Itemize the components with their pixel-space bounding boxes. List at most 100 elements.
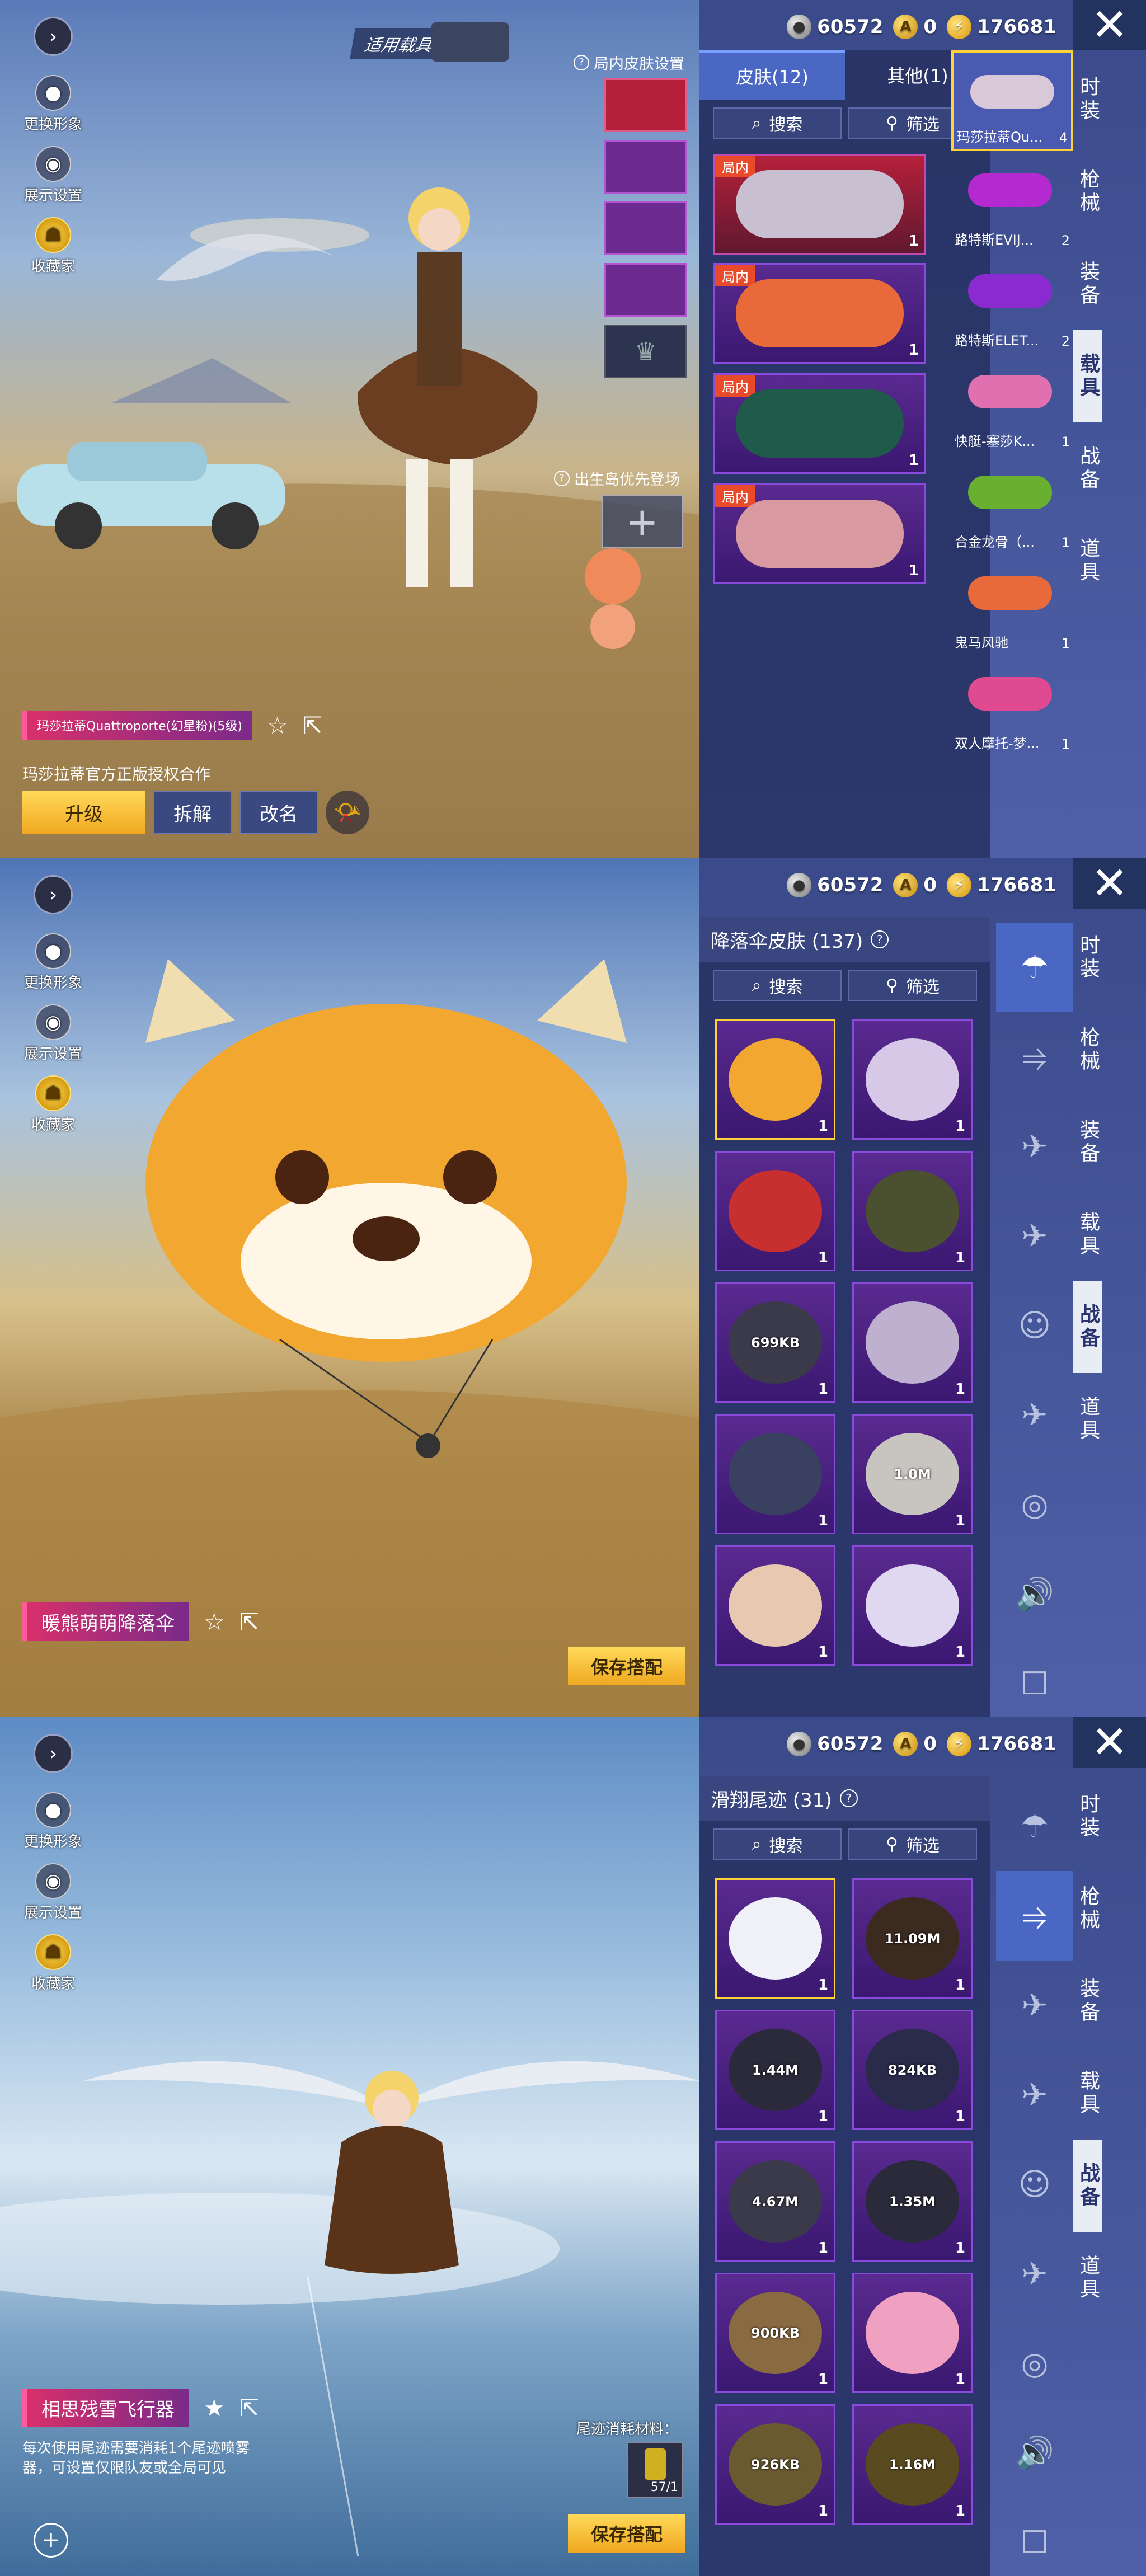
item-tile[interactable]: 1 — [715, 1878, 835, 1999]
sound-icon[interactable]: 🔊 — [996, 2408, 1073, 2498]
collector-button[interactable]: ☗ 收藏家 — [31, 217, 75, 276]
in-match-skin-setting[interactable]: ? 局内皮肤设置 — [574, 51, 684, 73]
nav-vehicles[interactable]: 载具 — [1073, 2047, 1102, 2140]
sound-icon[interactable]: 🔊 — [996, 1549, 1073, 1639]
save-outfit-button[interactable]: 保存搭配 — [568, 1647, 685, 1685]
nav-fashion[interactable]: 时装 — [1073, 1770, 1102, 1863]
item-tile[interactable]: 1 — [715, 1019, 835, 1140]
share-icon[interactable]: ⇱ — [239, 1608, 259, 1635]
rename-button[interactable]: 改名 — [239, 791, 318, 834]
share-icon[interactable]: ⇱ — [303, 712, 322, 739]
chat-bubble-icon[interactable]: ☐ — [996, 2498, 1073, 2576]
search-button[interactable]: ⌕ 搜索 — [713, 107, 842, 139]
dismantle-button[interactable]: 拆解 — [153, 791, 232, 834]
tab-skins[interactable]: 皮肤(12) — [699, 50, 845, 100]
nav-vehicles[interactable]: 载具 — [1073, 1188, 1102, 1281]
nav-fashion[interactable]: 时装 — [1073, 911, 1102, 1004]
filter-button[interactable]: ⚲ 筛选 — [848, 970, 977, 1001]
item-tile[interactable]: 1 — [715, 1545, 835, 1666]
vehicle-list-item[interactable]: 双人摩托-梦... 1 — [951, 655, 1073, 755]
nav-equipment[interactable]: 装备 — [1073, 1096, 1102, 1188]
nav-items[interactable]: 道具 — [1073, 515, 1102, 607]
aircraft-icon[interactable]: ✈ — [996, 1370, 1073, 1460]
nav-combat[interactable]: 战备 — [1073, 422, 1102, 515]
change-look-button[interactable]: ● 更换形象 — [24, 933, 82, 992]
nav-items[interactable]: 道具 — [1073, 1373, 1102, 1465]
glider-trail-icon[interactable]: ⥤ — [996, 1871, 1073, 1961]
vehicle-list-item[interactable]: 快艇-塞莎K... 1 — [951, 352, 1073, 453]
nav-fashion[interactable]: 时装 — [1073, 53, 1102, 145]
plane-icon[interactable]: ✈ — [996, 2050, 1073, 2140]
item-tile[interactable]: 1 — [852, 1151, 973, 1271]
back-button[interactable]: › — [34, 875, 73, 914]
search-button[interactable]: ⌕ 搜索 — [713, 1828, 842, 1860]
item-tile[interactable]: 1 — [852, 1545, 973, 1666]
item-tile[interactable]: 926KB 1 — [715, 2404, 835, 2525]
nav-combat[interactable]: 战备 — [1073, 1281, 1102, 1373]
display-settings-button[interactable]: ◉ 展示设置 — [24, 146, 82, 205]
share-icon[interactable]: ⇱ — [239, 2394, 259, 2422]
nav-vehicles[interactable]: 载具 — [1073, 330, 1102, 422]
vehicle-list-item[interactable]: 鬼马风驰 1 — [951, 554, 1073, 655]
item-tile[interactable]: 699KB 1 — [715, 1282, 835, 1403]
glider-trail-icon[interactable]: ⥤ — [996, 1012, 1073, 1102]
chat-bubble-icon[interactable]: ☐ — [996, 1639, 1073, 1717]
item-tile[interactable]: 1 — [852, 2273, 973, 2393]
favorite-star-icon[interactable]: ☆ — [267, 712, 288, 739]
emote-face-icon[interactable]: ☺ — [996, 2140, 1073, 2229]
change-look-button[interactable]: ● 更换形象 — [24, 75, 82, 134]
collector-button[interactable]: ☗ 收藏家 — [31, 1934, 75, 1993]
back-button[interactable]: › — [34, 17, 73, 56]
nav-equipment[interactable]: 装备 — [1073, 238, 1102, 330]
zoom-in-icon[interactable]: + — [34, 2523, 68, 2558]
skin-slot[interactable] — [604, 263, 687, 317]
item-tile[interactable]: 1 — [715, 1151, 835, 1271]
item-tile[interactable]: 900KB 1 — [715, 2273, 835, 2393]
item-tile[interactable]: 1.16M 1 — [852, 2404, 973, 2525]
vehicle-list-item[interactable]: 合金龙骨（... 1 — [951, 453, 1073, 554]
close-button[interactable]: ✕ — [1073, 0, 1146, 50]
vehicle-list-item[interactable]: 路特斯ELET... 2 — [951, 252, 1073, 352]
skin-slot[interactable] — [604, 78, 687, 132]
save-outfit-button[interactable]: 保存搭配 — [568, 2514, 685, 2553]
nav-items[interactable]: 道具 — [1073, 2232, 1102, 2324]
capsule-icon[interactable]: ◎ — [996, 2319, 1073, 2408]
collector-button[interactable]: ☗ 收藏家 — [31, 1075, 75, 1134]
drone-icon[interactable]: ✈ — [996, 1961, 1073, 2050]
help-icon[interactable]: ? — [871, 930, 889, 948]
change-look-button[interactable]: ● 更换形象 — [24, 1792, 82, 1851]
drone-icon[interactable]: ✈ — [996, 1102, 1073, 1191]
item-tile[interactable]: 824KB 1 — [852, 2010, 973, 2130]
nav-weapons[interactable]: 枪械 — [1073, 1004, 1102, 1096]
item-tile[interactable]: 1 — [852, 1019, 973, 1140]
crown-slot-icon[interactable]: ♛ — [604, 325, 687, 378]
item-tile[interactable]: 4.67M 1 — [715, 2141, 835, 2262]
back-button[interactable]: › — [34, 1734, 73, 1773]
skin-tile[interactable]: 局内 1 — [713, 373, 926, 474]
item-tile[interactable]: 1 — [852, 1282, 973, 1403]
display-settings-button[interactable]: ◉ 展示设置 — [24, 1004, 82, 1063]
skin-tile[interactable]: 局内 1 — [713, 263, 926, 364]
upgrade-button[interactable]: 升级 — [22, 791, 145, 834]
skin-slot[interactable] — [604, 201, 687, 255]
item-tile[interactable]: 1.0M 1 — [852, 1414, 973, 1534]
skin-tile[interactable]: 局内 1 — [713, 154, 926, 255]
close-button[interactable]: ✕ — [1073, 1717, 1146, 1768]
search-button[interactable]: ⌕ 搜索 — [713, 970, 842, 1001]
parachute-icon[interactable]: ☂ — [996, 923, 1073, 1012]
nav-equipment[interactable]: 装备 — [1073, 1955, 1102, 2047]
emote-face-icon[interactable]: ☺ — [996, 1281, 1073, 1370]
trail-spray-item[interactable]: 57/1 — [627, 2442, 683, 2498]
parachute-icon[interactable]: ☂ — [996, 1781, 1073, 1871]
vehicle-list-item[interactable]: 玛莎拉蒂Qu... 4 — [951, 50, 1073, 151]
favorite-star-icon[interactable]: ☆ — [204, 1608, 225, 1635]
vehicle-list-item[interactable]: 路特斯EVIJ... 2 — [951, 151, 1073, 252]
skin-tile[interactable]: 局内 1 — [713, 483, 926, 584]
plane-icon[interactable]: ✈ — [996, 1191, 1073, 1281]
item-tile[interactable]: 1 — [715, 1414, 835, 1534]
item-tile[interactable]: 1.35M 1 — [852, 2141, 973, 2262]
capsule-icon[interactable]: ◎ — [996, 1460, 1073, 1549]
nav-combat[interactable]: 战备 — [1073, 2140, 1102, 2232]
item-tile[interactable]: 1.44M 1 — [715, 2010, 835, 2130]
item-tile[interactable]: 11.09M 1 — [852, 1878, 973, 1999]
